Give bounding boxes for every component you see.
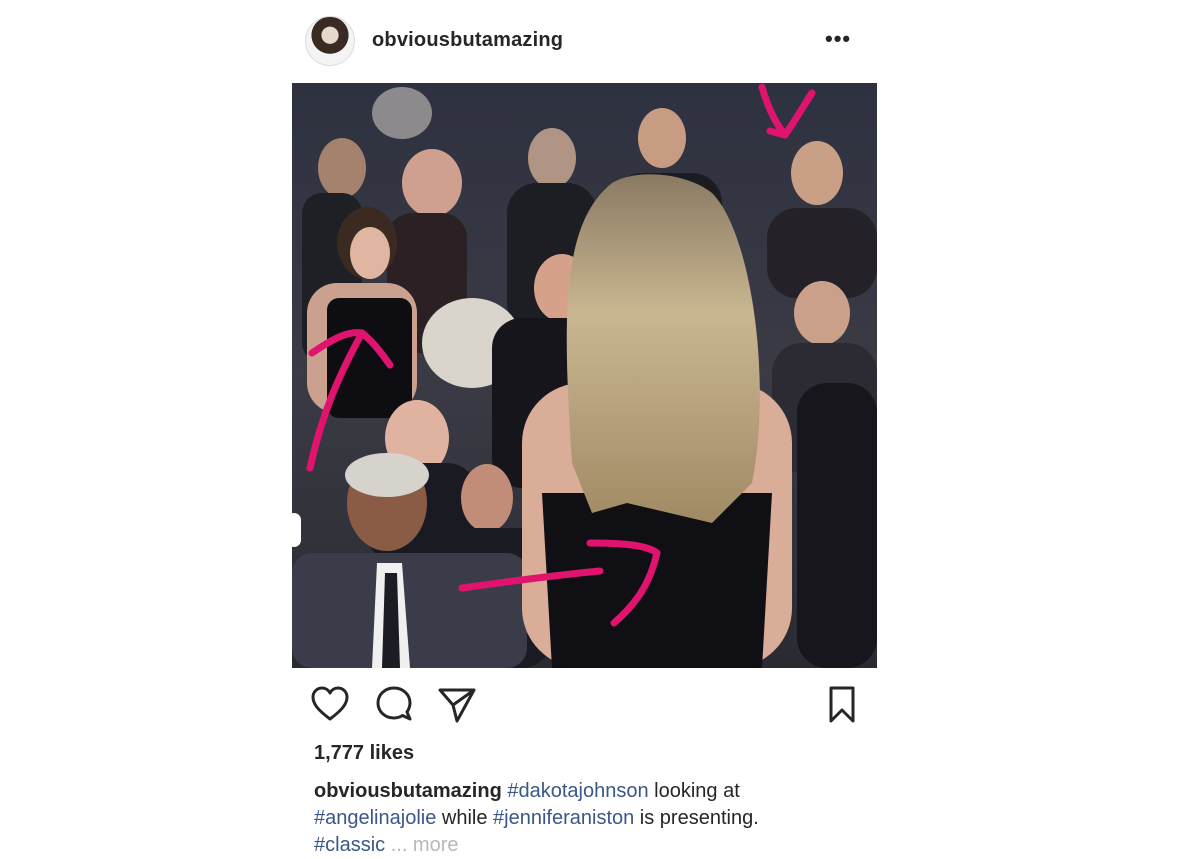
caption-text: is presenting.	[634, 807, 759, 829]
share-icon[interactable]	[437, 685, 477, 725]
likes-count[interactable]: 1,777 likes	[314, 742, 414, 765]
post-caption: obviousbutamazing #dakotajohnson looking…	[314, 778, 874, 859]
caption-username[interactable]: obviousbutamazing	[314, 780, 502, 802]
comment-icon[interactable]	[374, 685, 414, 725]
bookmark-icon[interactable]	[822, 685, 862, 725]
hashtag-link[interactable]: #jenniferaniston	[493, 807, 634, 829]
action-bar	[310, 685, 870, 725]
more-link[interactable]: ... more	[391, 834, 459, 856]
caption-text: looking at	[648, 780, 740, 802]
caption-text: while	[436, 807, 494, 829]
hashtag-link[interactable]: #angelinajolie	[314, 807, 436, 829]
heart-icon[interactable]	[310, 685, 350, 725]
post-header: obviousbutamazing •••	[305, 16, 865, 68]
post-photo[interactable]	[292, 83, 877, 668]
post-username[interactable]: obviousbutamazing	[372, 29, 563, 52]
hashtag-link[interactable]: #classic	[314, 834, 385, 856]
carousel-indicator	[287, 513, 301, 547]
hashtag-link[interactable]: #dakotajohnson	[507, 780, 648, 802]
avatar[interactable]	[305, 16, 355, 66]
more-options-icon[interactable]: •••	[825, 26, 851, 52]
